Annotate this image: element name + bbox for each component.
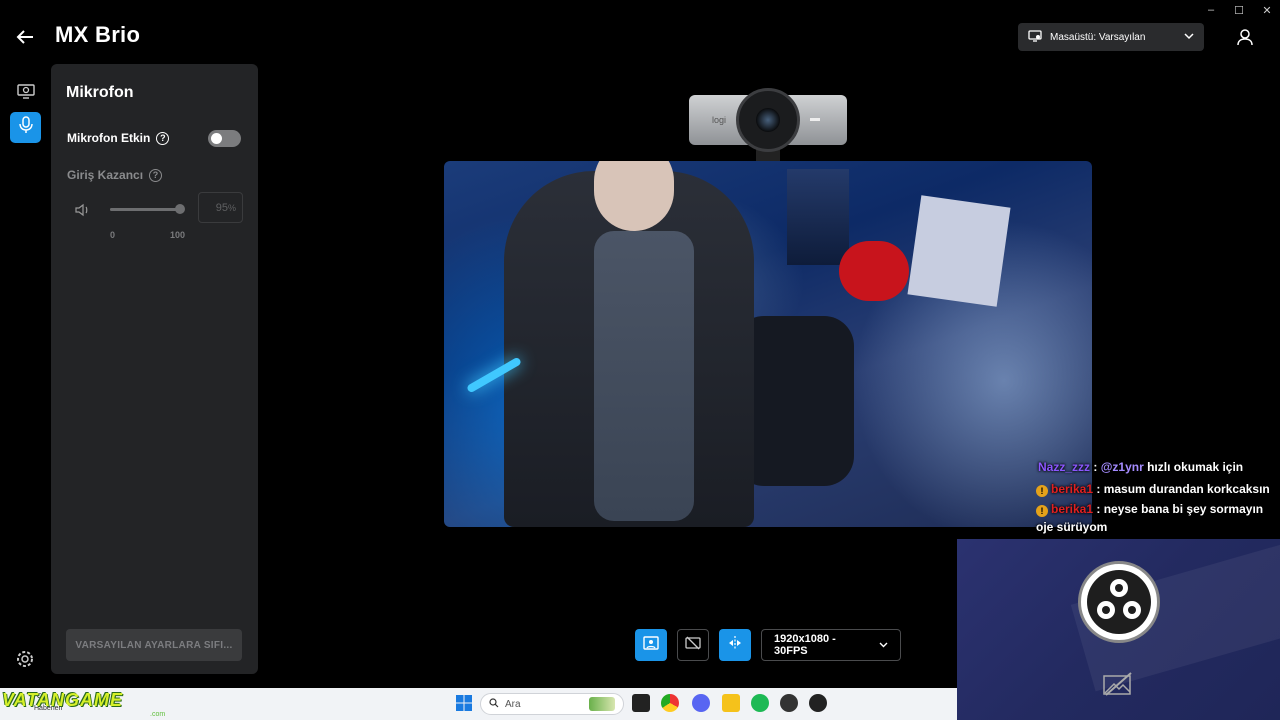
task-view-icon[interactable] bbox=[632, 694, 650, 712]
chat-user: Nazz_zzz bbox=[1038, 460, 1091, 474]
mic-enabled-toggle[interactable] bbox=[208, 130, 241, 147]
watermark-logo: VATANGAME bbox=[2, 690, 123, 710]
webcam-logo: logi bbox=[712, 115, 727, 125]
gain-slider[interactable] bbox=[110, 204, 186, 214]
user-icon[interactable] bbox=[1236, 28, 1254, 46]
spotify-icon[interactable] bbox=[751, 694, 769, 712]
speaker-icon bbox=[72, 200, 94, 220]
reset-defaults-button[interactable]: VARSAYILAN AYARLARA SIFI... bbox=[66, 629, 242, 661]
taskbar-search[interactable]: Ara bbox=[480, 693, 624, 715]
warning-badge-icon: ! bbox=[1036, 505, 1048, 517]
gain-slider-fill bbox=[110, 208, 181, 211]
search-icon bbox=[489, 697, 499, 711]
profile-select-label: Masaüstü: Varsayılan bbox=[1050, 31, 1146, 43]
gain-unit: % bbox=[227, 202, 236, 213]
panel-title: Mikrofon bbox=[66, 84, 134, 101]
frame-icon bbox=[643, 635, 659, 655]
webcam-lens bbox=[756, 108, 780, 132]
file-explorer-icon[interactable] bbox=[722, 694, 740, 712]
desktop-profile-icon bbox=[1028, 29, 1042, 45]
chat-user: berika1 bbox=[1051, 482, 1094, 496]
mirror-button[interactable] bbox=[719, 629, 751, 661]
rail-item-microphone[interactable] bbox=[10, 112, 41, 143]
preview-poster bbox=[787, 169, 849, 265]
obs-logo-icon bbox=[1078, 561, 1160, 643]
preview-poster bbox=[907, 195, 1011, 307]
arrow-left-icon[interactable] bbox=[14, 26, 36, 48]
chat-message: ! berika1 : masum durandan korkcaksın bbox=[1024, 478, 1280, 500]
camera-off-icon bbox=[685, 636, 701, 655]
resolution-select[interactable]: 1920x1080 - 30FPS bbox=[761, 629, 901, 661]
chevron-down-icon bbox=[879, 639, 888, 651]
camera-preview bbox=[444, 161, 1092, 527]
gain-value: 95 bbox=[215, 201, 228, 214]
chevron-down-icon bbox=[1184, 32, 1194, 43]
chat-text: hızlı okumak için bbox=[1147, 460, 1244, 474]
camera-monitor-icon bbox=[16, 83, 35, 104]
chrome-icon[interactable] bbox=[661, 694, 679, 712]
camera-off-button[interactable] bbox=[677, 629, 709, 661]
microphone-icon bbox=[18, 116, 33, 139]
help-icon[interactable]: ? bbox=[149, 168, 163, 182]
maximize-button[interactable]: ☐ bbox=[1232, 4, 1246, 17]
frame-button[interactable] bbox=[635, 629, 667, 661]
minimize-button[interactable]: – bbox=[1204, 4, 1218, 17]
window-controls: – ☐ ✕ bbox=[1204, 4, 1274, 17]
obs-taskbar-icon[interactable] bbox=[780, 694, 798, 712]
profile-select[interactable]: Masaüstü: Varsayılan bbox=[1018, 23, 1204, 51]
discord-icon[interactable] bbox=[692, 694, 710, 712]
image-off-icon bbox=[1103, 672, 1133, 696]
gain-value-input[interactable]: 95% bbox=[198, 192, 243, 223]
mic-enabled-row: Mikrofon Etkin ? bbox=[67, 131, 170, 145]
chat-overlay: Nazz_zzz : @z1ynr hızlı okumak için ! ber… bbox=[1024, 456, 1280, 536]
watermark-domain: .com bbox=[150, 711, 166, 718]
gain-row: Giriş Kazancı ? bbox=[67, 168, 163, 182]
chat-text: masum durandan korkcaksın bbox=[1103, 482, 1270, 496]
chat-message: Nazz_zzz : @z1ynr hızlı okumak için bbox=[1038, 460, 1244, 474]
search-placeholder: Ara bbox=[505, 698, 521, 710]
help-icon[interactable]: ? bbox=[156, 131, 170, 145]
mirror-icon bbox=[727, 635, 743, 655]
mic-enabled-label: Mikrofon Etkin bbox=[67, 131, 151, 145]
chat-user: berika1 bbox=[1051, 502, 1094, 516]
windows-start-icon[interactable] bbox=[455, 694, 473, 712]
rail-item-camera[interactable] bbox=[10, 78, 41, 109]
warning-badge-icon: ! bbox=[1036, 485, 1048, 497]
search-highlight-image bbox=[589, 697, 615, 711]
gain-label: Giriş Kazancı bbox=[67, 168, 144, 182]
preview-sweater bbox=[594, 231, 694, 521]
preview-plush-toy bbox=[839, 241, 909, 301]
slider-max-label: 100 bbox=[170, 230, 186, 240]
chat-message: ! berika1 : neyse bana bi şey sormayın oj… bbox=[1036, 502, 1264, 534]
page-title: MX Brio bbox=[55, 22, 141, 47]
resolution-label: 1920x1080 - 30FPS bbox=[774, 633, 836, 657]
chat-mention: @z1ynr bbox=[1100, 460, 1144, 474]
gear-icon[interactable] bbox=[14, 648, 36, 670]
close-button[interactable]: ✕ bbox=[1260, 4, 1274, 17]
webcam-led bbox=[810, 118, 820, 121]
slider-min-label: 0 bbox=[110, 230, 116, 240]
microphone-panel bbox=[51, 64, 258, 674]
logitech-g-icon[interactable] bbox=[809, 694, 827, 712]
